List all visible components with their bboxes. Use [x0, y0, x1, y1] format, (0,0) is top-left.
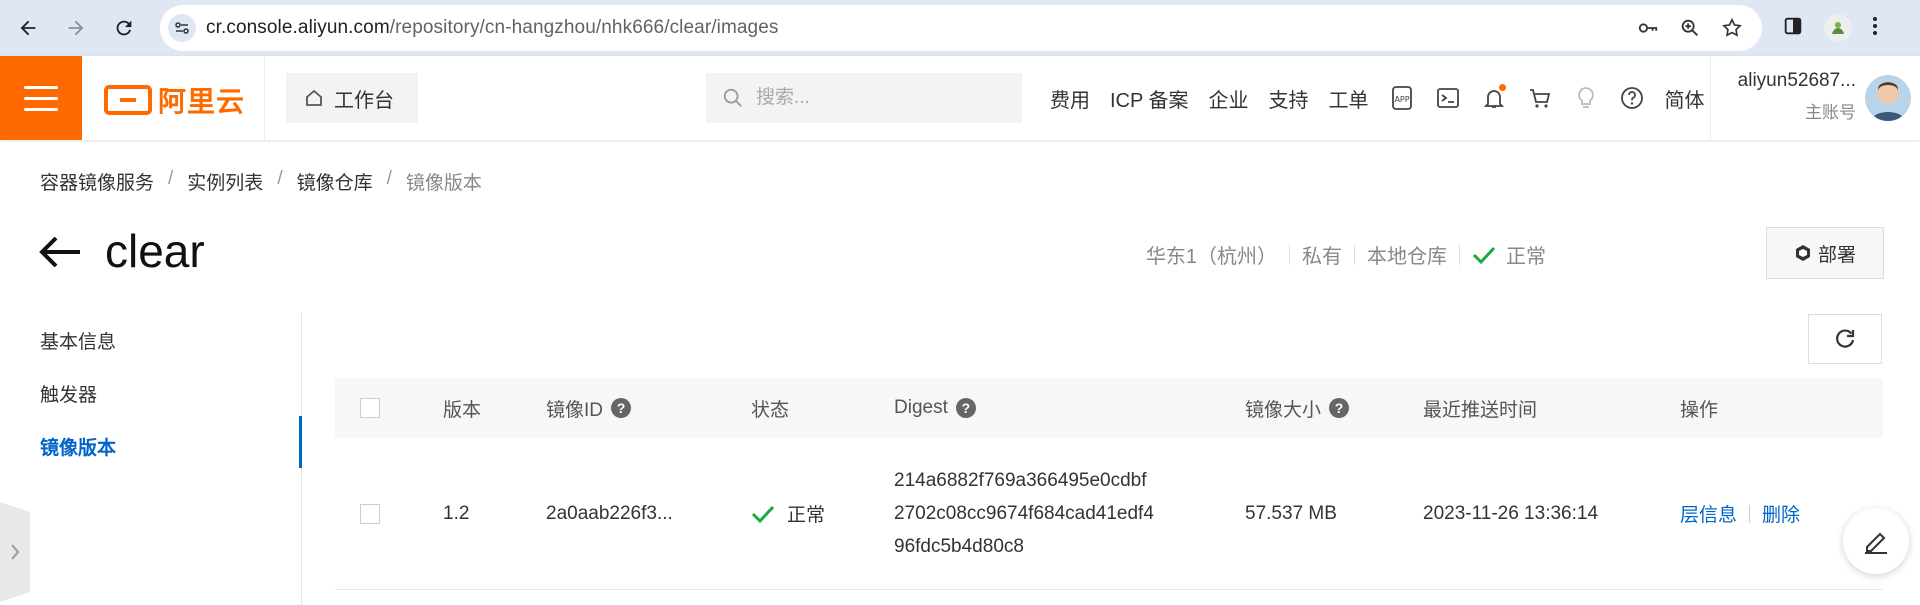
avatar[interactable] [1865, 75, 1911, 121]
help-circle-icon[interactable] [1619, 85, 1645, 111]
cell-image-id[interactable]: 2a0aab226f3... [546, 438, 673, 589]
deploy-button[interactable]: 部署 [1766, 227, 1884, 279]
col-size: 镜像大小? [1245, 378, 1350, 438]
profile-avatar-icon[interactable] [1824, 14, 1852, 42]
table-row: 1.2 2a0aab226f3... 正常 214a6882f769a36649… [335, 438, 1883, 590]
repo-visibility: 私有 [1302, 246, 1342, 268]
sidenav-active-indicator [299, 416, 302, 468]
account-name: aliyun52687... [1737, 70, 1856, 91]
help-icon[interactable]: ? [955, 398, 976, 418]
image-versions-table: 版本 镜像ID? 状态 Digest? 镜像大小? 最近推送时间 操作 1.2 … [335, 378, 1883, 590]
bookmark-star-icon[interactable] [1720, 16, 1744, 40]
page-title: clear [105, 225, 205, 277]
col-version: 版本 [443, 399, 482, 421]
select-all-checkbox[interactable] [360, 398, 380, 418]
account-menu[interactable]: aliyun52687... 主账号 [1720, 70, 1856, 123]
repo-region: 华东1（杭州） [1145, 246, 1277, 268]
browser-reload-icon[interactable] [104, 8, 144, 48]
menu-icp[interactable]: ICP 备案 [1110, 84, 1189, 113]
table-header: 版本 镜像ID? 状态 Digest? 镜像大小? 最近推送时间 操作 [335, 378, 1883, 438]
refresh-icon [1836, 329, 1855, 348]
browser-back-icon[interactable] [8, 8, 48, 48]
app-icon[interactable]: APP [1389, 85, 1415, 111]
cell-status: 正常 [751, 438, 825, 589]
col-actions: 操作 [1680, 399, 1719, 421]
aliyun-logo[interactable]: 阿里云 [104, 80, 245, 120]
site-info-icon[interactable] [168, 14, 196, 42]
lightbulb-icon[interactable] [1573, 85, 1599, 111]
url-text[interactable]: cr.console.aliyun.com/repository/cn-hang… [206, 17, 779, 39]
console-top-nav: 阿里云 工作台 费用 ICP 备案 企业 支持 工单 APP 简体 aliyun… [0, 56, 1920, 140]
hamburger-menu-icon[interactable] [0, 56, 82, 140]
breadcrumb: 容器镜像服务 / 实例列表 / 镜像仓库 / 镜像版本 [40, 168, 482, 195]
notification-dot [1498, 84, 1506, 91]
breadcrumb-item-current: 镜像版本 [405, 173, 482, 194]
col-status: 状态 [751, 399, 790, 421]
cart-icon[interactable] [1527, 85, 1553, 111]
menu-ticket[interactable]: 工单 [1329, 84, 1369, 113]
terminal-icon[interactable] [1435, 85, 1461, 111]
col-image-id: 镜像ID? [546, 378, 632, 438]
repo-meta: 华东1（杭州） 私有 本地仓库 正常 [1146, 240, 1546, 269]
cell-size: 57.537 MB [1245, 502, 1337, 524]
repo-status: 正常 [1472, 240, 1546, 269]
delete-link[interactable]: 删除 [1762, 500, 1800, 527]
account-role: 主账号 [1805, 103, 1856, 122]
collapse-sidebar-tab[interactable] [0, 502, 30, 602]
check-icon [751, 505, 775, 523]
sidenav-item-triggers[interactable]: 触发器 [40, 369, 116, 422]
address-bar[interactable]: cr.console.aliyun.com/repository/cn-hang… [160, 5, 1762, 51]
layer-info-link[interactable]: 层信息 [1680, 500, 1737, 527]
feedback-edit-button[interactable] [1843, 508, 1909, 574]
language-switch[interactable]: 简体 [1665, 84, 1705, 113]
refresh-button[interactable] [1808, 314, 1882, 364]
cell-actions: 层信息 删除 [1680, 438, 1800, 589]
cell-version: 1.2 [443, 502, 470, 524]
menu-fees[interactable]: 费用 [1050, 84, 1090, 113]
chevron-right-icon [11, 544, 20, 560]
side-panel-icon[interactable] [1782, 15, 1804, 42]
workbench-button[interactable]: 工作台 [286, 73, 418, 123]
divider [264, 56, 265, 140]
row-checkbox[interactable] [360, 503, 380, 524]
menu-enterprise[interactable]: 企业 [1209, 84, 1249, 113]
aliyun-logo-icon [104, 85, 152, 115]
browser-menu-icon[interactable] [1872, 15, 1878, 42]
browser-forward-icon[interactable] [56, 8, 96, 48]
back-arrow-icon[interactable] [38, 234, 82, 275]
help-icon[interactable]: ? [1329, 398, 1350, 418]
zoom-icon[interactable] [1678, 16, 1702, 40]
home-icon [306, 89, 322, 106]
col-pushed-time: 最近推送时间 [1423, 399, 1538, 421]
sidenav-item-image-versions[interactable]: 镜像版本 [40, 422, 116, 475]
search-input[interactable] [756, 87, 996, 109]
key-icon[interactable] [1636, 16, 1660, 40]
search-icon [723, 88, 742, 107]
cube-icon [1795, 245, 1810, 261]
breadcrumb-item-instances[interactable]: 实例列表 [187, 168, 263, 195]
bell-icon[interactable] [1481, 84, 1507, 111]
browser-toolbar: cr.console.aliyun.com/repository/cn-hang… [0, 0, 1920, 56]
console-search[interactable] [706, 73, 1022, 123]
sidenav-item-basic-info[interactable]: 基本信息 [40, 316, 116, 369]
col-digest: Digest? [894, 378, 976, 438]
divider [1710, 56, 1711, 140]
cell-digest: 214a6882f769a366495e0cdbf 2702c08cc9674f… [894, 470, 1154, 557]
menu-support[interactable]: 支持 [1269, 84, 1309, 113]
svg-text:APP: APP [1394, 95, 1409, 104]
breadcrumb-item-repositories[interactable]: 镜像仓库 [297, 168, 373, 195]
cell-pushed-time: 2023-11-26 13:36:14 [1423, 502, 1599, 524]
help-icon[interactable]: ? [611, 398, 632, 418]
check-icon [1472, 246, 1496, 264]
repo-type: 本地仓库 [1367, 246, 1447, 268]
side-nav: 基本信息 触发器 镜像版本 [40, 316, 116, 475]
breadcrumb-item-service[interactable]: 容器镜像服务 [40, 168, 154, 195]
pencil-icon [1865, 532, 1887, 554]
